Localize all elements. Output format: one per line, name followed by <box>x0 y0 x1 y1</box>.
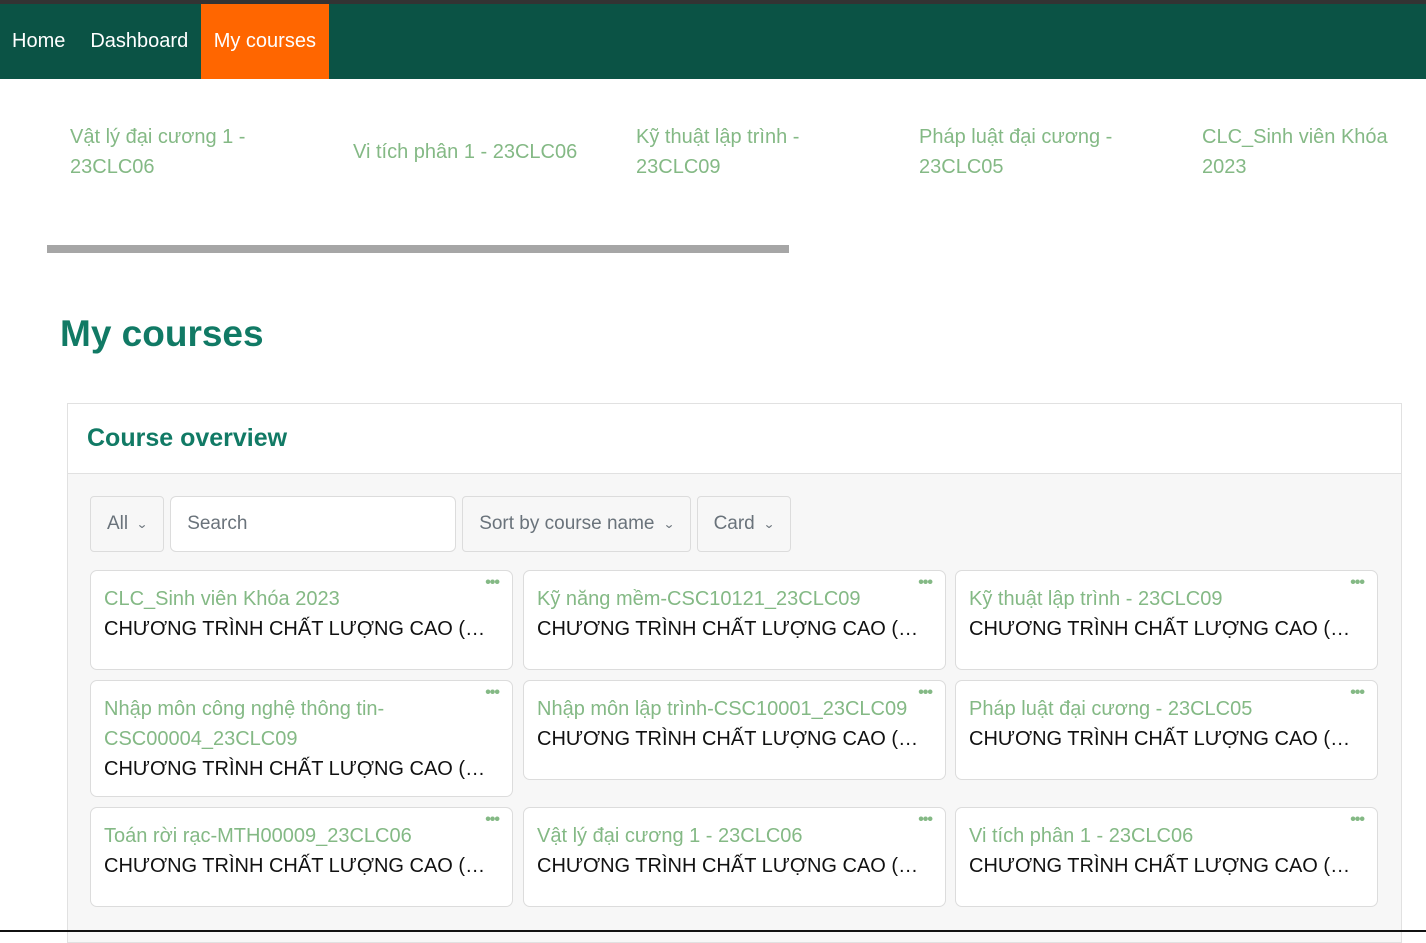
recent-course-link[interactable]: Vật lý đại cương 1 - 23CLC06 <box>70 122 270 182</box>
course-category: CHƯƠNG TRÌNH CHẤT LƯỢNG CAO (CLC) <box>104 758 499 780</box>
view-dropdown[interactable]: Card ⌄ <box>696 496 791 552</box>
more-horizontal-icon[interactable]: ••• <box>1350 575 1365 591</box>
course-category: CHƯƠNG TRÌNH CHẤT LƯỢNG CAO (CLC) <box>104 855 499 877</box>
course-name-link[interactable]: Kỹ thuật lập trình - 23CLC09 <box>969 584 1364 614</box>
course-category: CHƯƠNG TRÌNH CHẤT LƯỢNG CAO (CLC) <box>537 728 932 750</box>
course-name-link[interactable]: Nhập môn lập trình-CSC10001_23CLC09 <box>537 694 932 724</box>
grouping-label: All <box>107 513 129 534</box>
recent-course-link[interactable]: Vi tích phân 1 - 23CLC06 <box>353 137 603 167</box>
course-overview-block: Course overview All ⌄ Sort by course nam… <box>67 403 1402 943</box>
recent-courses-carousel: Vật lý đại cương 1 - 23CLC06 Vi tích phâ… <box>0 79 1426 269</box>
course-name-link[interactable]: CLC_Sinh viên Khóa 2023 <box>104 584 499 614</box>
nav-dashboard[interactable]: Dashboard <box>78 4 201 79</box>
course-card[interactable]: ••• Kỹ năng mềm-CSC10121_23CLC09 CHƯƠNG … <box>523 570 946 670</box>
grouping-dropdown[interactable]: All ⌄ <box>90 496 165 552</box>
course-overview-title: Course overview <box>87 424 288 452</box>
course-name-link[interactable]: Pháp luật đại cương - 23CLC05 <box>969 694 1364 724</box>
more-horizontal-icon[interactable]: ••• <box>485 575 500 591</box>
course-category: CHƯƠNG TRÌNH CHẤT LƯỢNG CAO (CLC) <box>969 855 1364 877</box>
more-horizontal-icon[interactable]: ••• <box>485 812 500 828</box>
chevron-down-icon: ⌄ <box>136 517 149 531</box>
course-name-link[interactable]: Kỹ năng mềm-CSC10121_23CLC09 <box>537 584 932 614</box>
recent-course-link[interactable]: CLC_Sinh viên Khóa 2023 <box>1202 122 1402 182</box>
sort-label: Sort by course name <box>479 513 655 534</box>
chevron-down-icon: ⌄ <box>662 517 675 531</box>
search-input[interactable] <box>170 496 457 552</box>
more-horizontal-icon[interactable]: ••• <box>485 685 500 701</box>
course-name-link[interactable]: Nhập môn công nghệ thông tin-CSC00004_23… <box>104 694 499 754</box>
course-card[interactable]: ••• CLC_Sinh viên Khóa 2023 CHƯƠNG TRÌNH… <box>90 570 513 670</box>
course-card[interactable]: ••• Pháp luật đại cương - 23CLC05 CHƯƠNG… <box>955 680 1378 780</box>
more-horizontal-icon[interactable]: ••• <box>1350 685 1365 701</box>
course-category: CHƯƠNG TRÌNH CHẤT LƯỢNG CAO (CLC) <box>969 728 1364 750</box>
primary-navigation: Home Dashboard My courses <box>0 4 1426 79</box>
more-horizontal-icon[interactable]: ••• <box>918 685 933 701</box>
course-name-link[interactable]: Toán rời rạc-MTH00009_23CLC06 <box>104 821 499 851</box>
chevron-down-icon: ⌄ <box>762 517 775 531</box>
carousel-scrollbar[interactable] <box>47 245 789 253</box>
course-category: CHƯƠNG TRÌNH CHẤT LƯỢNG CAO (CLC) <box>537 618 932 640</box>
course-card[interactable]: ••• Toán rời rạc-MTH00009_23CLC06 CHƯƠNG… <box>90 807 513 907</box>
sort-dropdown[interactable]: Sort by course name ⌄ <box>462 496 691 552</box>
nav-home[interactable]: Home <box>0 4 78 79</box>
more-horizontal-icon[interactable]: ••• <box>918 812 933 828</box>
course-filters: All ⌄ Sort by course name ⌄ Card ⌄ <box>90 496 791 552</box>
course-card[interactable]: ••• Nhập môn công nghệ thông tin-CSC0000… <box>90 680 513 797</box>
course-name-link[interactable]: Vật lý đại cương 1 - 23CLC06 <box>537 821 932 851</box>
view-label: Card <box>713 513 755 534</box>
page-title: My courses <box>60 313 264 354</box>
more-horizontal-icon[interactable]: ••• <box>918 575 933 591</box>
course-category: CHƯƠNG TRÌNH CHẤT LƯỢNG CAO (CLC) <box>104 618 499 640</box>
course-card[interactable]: ••• Kỹ thuật lập trình - 23CLC09 CHƯƠNG … <box>955 570 1378 670</box>
course-category: CHƯƠNG TRÌNH CHẤT LƯỢNG CAO (CLC) <box>537 855 932 877</box>
nav-my-courses[interactable]: My courses <box>200 4 329 79</box>
course-card[interactable]: ••• Nhập môn lập trình-CSC10001_23CLC09 … <box>523 680 946 780</box>
course-name-link[interactable]: Vi tích phân 1 - 23CLC06 <box>969 821 1364 851</box>
course-card[interactable]: ••• Vi tích phân 1 - 23CLC06 CHƯƠNG TRÌN… <box>955 807 1378 907</box>
course-category: CHƯƠNG TRÌNH CHẤT LƯỢNG CAO (CLC) <box>969 618 1364 640</box>
recent-course-link[interactable]: Pháp luật đại cương - 23CLC05 <box>919 122 1119 182</box>
course-overview-header: Course overview <box>68 404 1401 474</box>
course-card[interactable]: ••• Vật lý đại cương 1 - 23CLC06 CHƯƠNG … <box>523 807 946 907</box>
recent-course-link[interactable]: Kỹ thuật lập trình - 23CLC09 <box>636 122 816 182</box>
more-horizontal-icon[interactable]: ••• <box>1350 812 1365 828</box>
